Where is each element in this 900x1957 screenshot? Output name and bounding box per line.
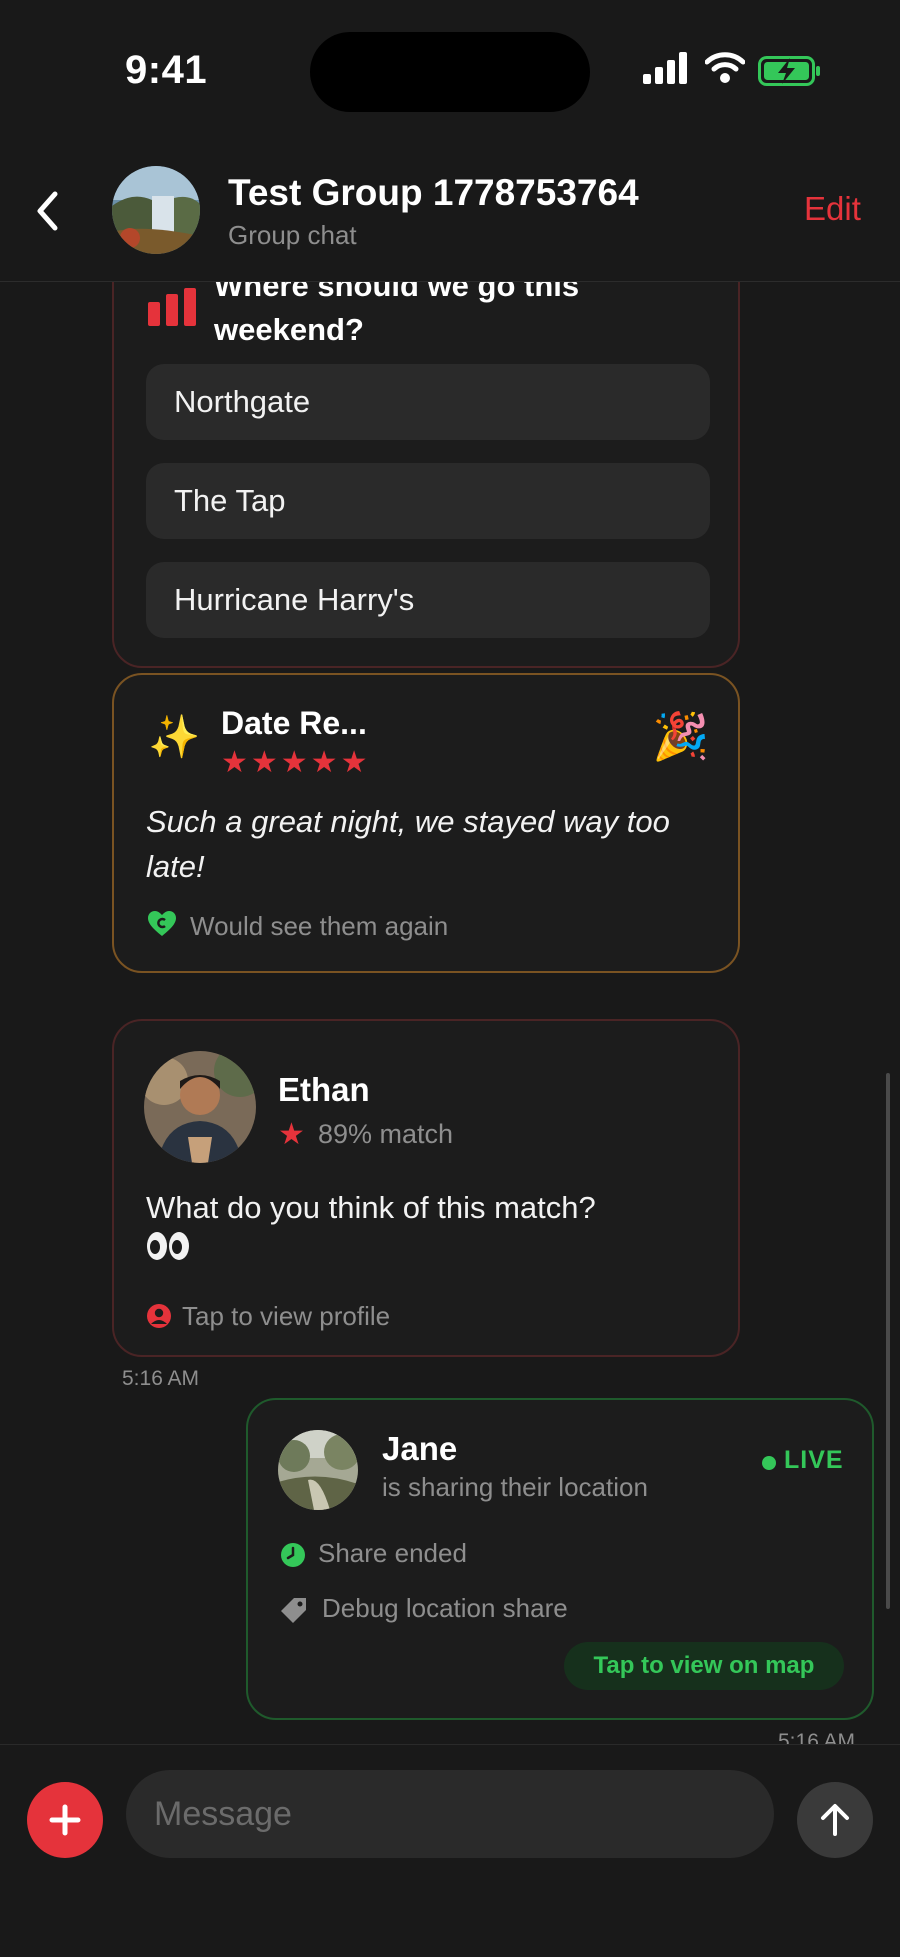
arrow-up-icon <box>821 1804 849 1836</box>
plus-icon <box>49 1804 81 1836</box>
match-question: What do you think of this match? <box>146 1190 596 1225</box>
review-text: Such a great night, we stayed way too la… <box>146 804 670 884</box>
review-title: Date Re... <box>221 705 367 741</box>
view-profile-link[interactable]: Tap to view profile <box>182 1301 390 1332</box>
sender-avatar[interactable] <box>278 1430 358 1510</box>
poll-question: Where should we go this weekend? <box>214 282 580 347</box>
battery-charging-icon <box>758 56 820 86</box>
message-timestamp: 5:16 AM <box>122 1367 200 1390</box>
eyes-emoji-icon <box>147 1232 189 1260</box>
location-share-card[interactable]: Jane is sharing their location LIVE Shar… <box>246 1398 874 1720</box>
person-circle-icon <box>147 1304 171 1328</box>
sparkles-icon: ✨ <box>148 713 201 760</box>
star-rating: ★★★★★ <box>221 746 371 779</box>
review-footer: Would see them again <box>190 911 449 941</box>
chat-subtitle: Group chat <box>228 220 357 250</box>
send-button[interactable] <box>797 1782 873 1858</box>
poll-option[interactable]: Hurricane Harry's <box>146 562 710 638</box>
tag-icon <box>281 1598 306 1623</box>
match-name: Ethan <box>278 1071 370 1108</box>
live-dot-icon <box>762 1456 776 1470</box>
add-attachment-button[interactable] <box>27 1782 103 1858</box>
poll-option[interactable]: Northgate <box>146 364 710 440</box>
message-list[interactable]: Where should we go this weekend? Northga… <box>0 282 900 1744</box>
message-timestamp: 5:16 AM <box>778 1730 856 1744</box>
edit-button[interactable]: Edit <box>804 190 861 228</box>
date-review-card[interactable]: ✨ Date Re... ★★★★★ 🎉 Such a great night,… <box>112 673 740 973</box>
poll-chart-icon <box>148 288 196 326</box>
heart-icon <box>148 911 176 936</box>
match-percentage: 89% match <box>318 1119 454 1149</box>
chat-title[interactable]: Test Group 1778753764 <box>228 172 639 214</box>
party-popper-icon: 🎉 <box>652 710 710 762</box>
live-badge: LIVE <box>784 1446 844 1474</box>
share-status: Share ended <box>318 1538 467 1568</box>
wifi-icon <box>705 52 745 83</box>
group-avatar[interactable] <box>112 166 200 254</box>
location-subtitle: is sharing their location <box>382 1472 648 1502</box>
message-input[interactable] <box>126 1770 774 1858</box>
status-time: 9:41 <box>125 48 208 92</box>
poll-card: Where should we go this weekend? Northga… <box>112 282 740 668</box>
match-card[interactable]: Ethan ★ 89% match What do you think of t… <box>112 1019 740 1357</box>
scrollbar[interactable] <box>886 1073 890 1609</box>
poll-option[interactable]: The Tap <box>146 463 710 539</box>
match-avatar[interactable] <box>144 1051 256 1163</box>
view-on-map-button[interactable]: Tap to view on map <box>564 1642 844 1690</box>
dynamic-island <box>310 32 590 112</box>
star-icon: ★ <box>278 1118 305 1151</box>
back-chevron-icon[interactable] <box>30 188 66 234</box>
share-label: Debug location share <box>322 1593 568 1623</box>
clock-icon <box>281 1543 305 1567</box>
composer-divider <box>0 1744 900 1745</box>
sender-name: Jane <box>382 1430 458 1467</box>
cellular-signal-icon <box>643 52 687 84</box>
